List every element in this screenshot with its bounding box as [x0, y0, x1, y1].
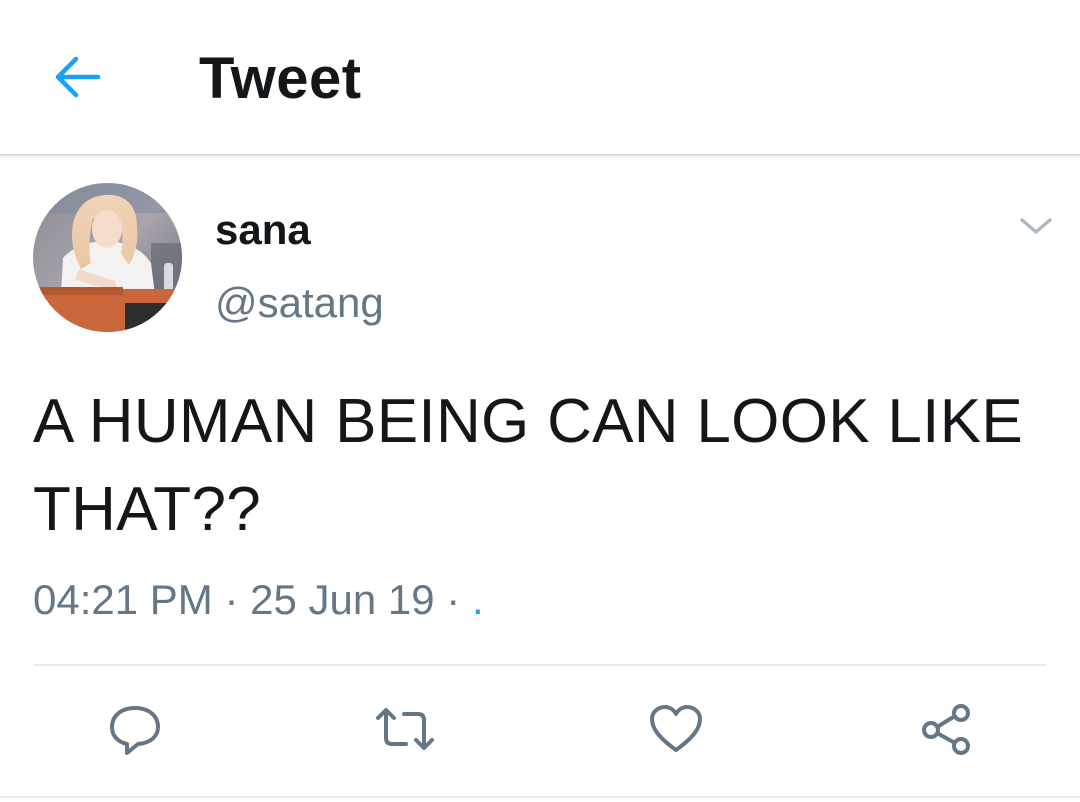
- bottom-divider: [0, 796, 1080, 798]
- tweet-time: 04:21 PM: [33, 576, 213, 623]
- tweet-source-link[interactable]: .: [472, 576, 484, 623]
- share-icon: [922, 704, 970, 755]
- share-button[interactable]: [911, 696, 981, 762]
- arrow-left-icon: [55, 56, 101, 98]
- page-title: Tweet: [199, 46, 362, 111]
- display-name[interactable]: sana: [215, 205, 311, 255]
- tweet-date: 25 Jun 19: [250, 576, 435, 623]
- tweet-options-button[interactable]: [1010, 204, 1062, 248]
- header-divider: [0, 154, 1080, 160]
- heart-icon: [650, 705, 702, 752]
- reply-button[interactable]: [100, 696, 170, 762]
- meta-separator: ·: [224, 576, 239, 623]
- retweet-button[interactable]: [370, 696, 440, 762]
- user-avatar-photo: [33, 183, 182, 332]
- actions-divider: [33, 664, 1047, 666]
- back-button[interactable]: [46, 50, 108, 104]
- user-handle[interactable]: @satang: [215, 278, 384, 328]
- tweet-detail-screen: Tweet sana @satang A HUMAN BEING CAN LOO…: [0, 0, 1080, 802]
- comment-icon: [110, 706, 160, 755]
- retweet-icon: [376, 708, 434, 750]
- meta-separator-2: ·: [446, 576, 461, 623]
- chevron-down-icon: [1020, 218, 1052, 234]
- tweet-metadata: 04:21 PM · 25 Jun 19 · .: [33, 575, 484, 625]
- tweet-text: A HUMAN BEING CAN LOOK LIKE THAT??: [33, 387, 1024, 544]
- like-button[interactable]: [641, 696, 711, 762]
- top-app-bar: Tweet: [0, 0, 1080, 154]
- avatar[interactable]: [33, 183, 182, 332]
